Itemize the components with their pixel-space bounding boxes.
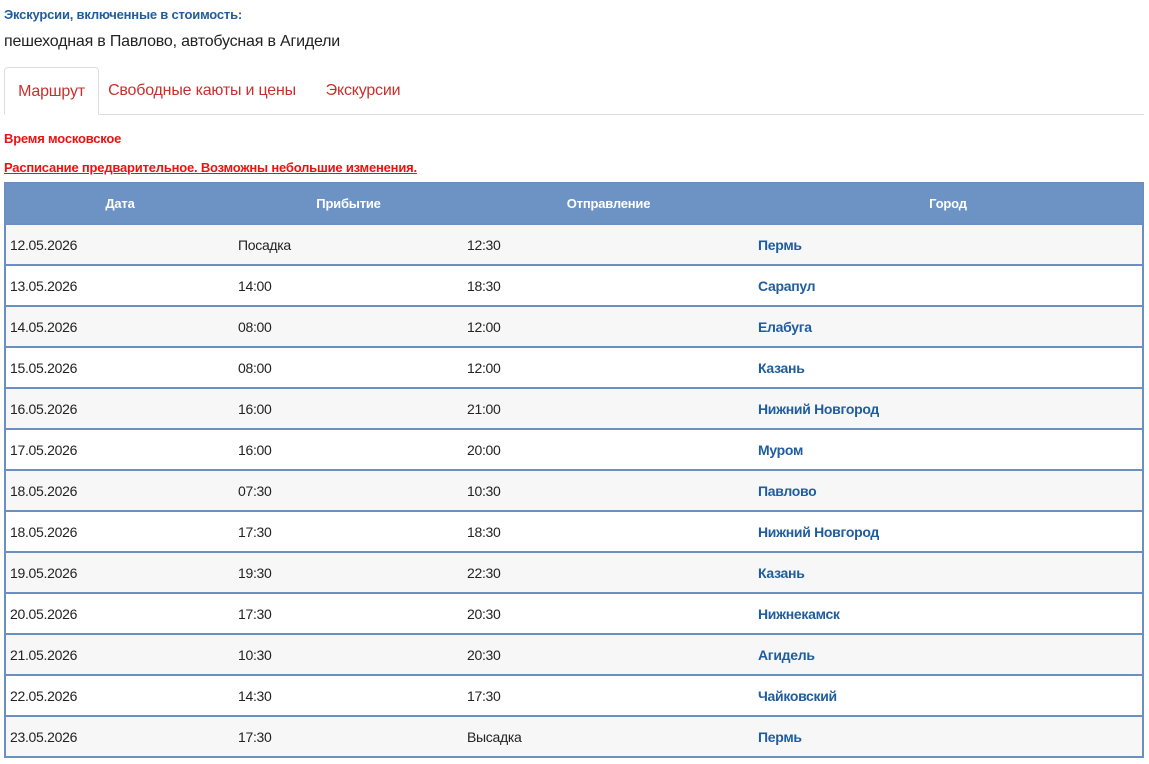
city-link[interactable]: Павлово	[758, 483, 817, 499]
cell-arrival: 16:00	[234, 428, 463, 470]
cell-arrival: 17:30	[234, 592, 463, 634]
table-row: 23.05.2026 17:30 Высадка Пермь	[5, 715, 1143, 757]
cell-date: 20.05.2026	[5, 592, 234, 634]
cell-departure: 20:30	[463, 592, 754, 634]
cell-departure: 18:30	[463, 510, 754, 552]
table-row: 12.05.2026 Посадка 12:30 Пермь	[5, 223, 1143, 265]
cell-arrival: 08:00	[234, 305, 463, 347]
table-row: 15.05.2026 08:00 12:00 Казань	[5, 346, 1143, 388]
city-link[interactable]: Пермь	[758, 237, 802, 253]
cell-arrival: 16:00	[234, 387, 463, 429]
moscow-time-notice: Время московское	[4, 131, 122, 146]
tab-excursions[interactable]: Экскурсии	[312, 67, 414, 114]
city-link[interactable]: Чайковский	[758, 688, 837, 704]
table-row: 20.05.2026 17:30 20:30 Нижнекамск	[5, 592, 1143, 634]
city-link[interactable]: Агидель	[758, 647, 815, 663]
cell-city: Нижнекамск	[754, 592, 1143, 634]
column-header-arrival: Прибытие	[234, 183, 463, 224]
table-row: 19.05.2026 19:30 22:30 Казань	[5, 551, 1143, 593]
included-excursions-text: пешеходная в Павлово, автобусная в Агиде…	[4, 33, 341, 50]
table-row: 14.05.2026 08:00 12:00 Елабуга	[5, 305, 1143, 347]
cell-arrival: 10:30	[234, 633, 463, 675]
schedule-notice: Расписание предварительное. Возможны неб…	[4, 160, 417, 175]
column-header-date: Дата	[5, 183, 234, 224]
table-row: 18.05.2026 17:30 18:30 Нижний Новгород	[5, 510, 1143, 552]
cell-city: Нижний Новгород	[754, 387, 1143, 429]
cell-date: 13.05.2026	[5, 264, 234, 306]
cell-departure: 21:00	[463, 387, 754, 429]
table-header-row: Дата Прибытие Отправление Город	[5, 183, 1143, 224]
table-row: 21.05.2026 10:30 20:30 Агидель	[5, 633, 1143, 675]
cell-departure: 20:30	[463, 633, 754, 675]
cell-arrival: 19:30	[234, 551, 463, 593]
cell-date: 18.05.2026	[5, 510, 234, 552]
cell-departure: 20:00	[463, 428, 754, 470]
cell-arrival: Посадка	[234, 223, 463, 265]
cell-city: Елабуга	[754, 305, 1143, 347]
cell-city: Казань	[754, 346, 1143, 388]
cell-city: Агидель	[754, 633, 1143, 675]
tab-bar: Маршрут Свободные каюты и цены Экскурсии	[4, 67, 1144, 115]
column-header-departure: Отправление	[463, 183, 754, 224]
cell-date: 21.05.2026	[5, 633, 234, 675]
cell-arrival: 07:30	[234, 469, 463, 511]
cell-city: Сарапул	[754, 264, 1143, 306]
column-header-city: Город	[754, 183, 1143, 224]
city-link[interactable]: Сарапул	[758, 278, 816, 294]
cell-date: 23.05.2026	[5, 715, 234, 757]
route-table-body: 12.05.2026 Посадка 12:30 Пермь 13.05.2026 14:…	[5, 223, 1143, 757]
cell-city: Пермь	[754, 715, 1143, 757]
cell-departure: 17:30	[463, 674, 754, 716]
tab-cabins-prices[interactable]: Свободные каюты и цены	[102, 67, 302, 114]
cell-arrival: 08:00	[234, 346, 463, 388]
city-link[interactable]: Казань	[758, 360, 805, 376]
cell-arrival: 17:30	[234, 510, 463, 552]
cell-date: 15.05.2026	[5, 346, 234, 388]
table-row: 18.05.2026 07:30 10:30 Павлово	[5, 469, 1143, 511]
cell-city: Чайковский	[754, 674, 1143, 716]
cell-arrival: 14:00	[234, 264, 463, 306]
cell-date: 22.05.2026	[5, 674, 234, 716]
cell-departure: 12:00	[463, 305, 754, 347]
city-link[interactable]: Казань	[758, 565, 805, 581]
cell-city: Казань	[754, 551, 1143, 593]
cell-city: Нижний Новгород	[754, 510, 1143, 552]
cell-departure: 10:30	[463, 469, 754, 511]
cell-departure: 12:00	[463, 346, 754, 388]
city-link[interactable]: Нижний Новгород	[758, 524, 879, 540]
city-link[interactable]: Нижнекамск	[758, 606, 840, 622]
route-table: Дата Прибытие Отправление Город 12.05.20…	[4, 182, 1144, 758]
cell-departure: Высадка	[463, 715, 754, 757]
table-row: 13.05.2026 14:00 18:30 Сарапул	[5, 264, 1143, 306]
cell-city: Павлово	[754, 469, 1143, 511]
city-link[interactable]: Нижний Новгород	[758, 401, 879, 417]
cell-date: 12.05.2026	[5, 223, 234, 265]
cell-departure: 18:30	[463, 264, 754, 306]
cell-date: 14.05.2026	[5, 305, 234, 347]
table-row: 17.05.2026 16:00 20:00 Муром	[5, 428, 1143, 470]
cell-city: Пермь	[754, 223, 1143, 265]
cell-arrival: 14:30	[234, 674, 463, 716]
city-link[interactable]: Елабуга	[758, 319, 812, 335]
cell-arrival: 17:30	[234, 715, 463, 757]
city-link[interactable]: Пермь	[758, 729, 802, 745]
cell-date: 19.05.2026	[5, 551, 234, 593]
included-excursions-heading: Экскурсии, включенные в стоимость:	[4, 7, 242, 22]
cell-city: Муром	[754, 428, 1143, 470]
tab-route[interactable]: Маршрут	[4, 67, 99, 115]
cell-date: 18.05.2026	[5, 469, 234, 511]
table-row: 22.05.2026 14:30 17:30 Чайковский	[5, 674, 1143, 716]
table-row: 16.05.2026 16:00 21:00 Нижний Новгород	[5, 387, 1143, 429]
cell-departure: 12:30	[463, 223, 754, 265]
cell-date: 17.05.2026	[5, 428, 234, 470]
cell-departure: 22:30	[463, 551, 754, 593]
city-link[interactable]: Муром	[758, 442, 803, 458]
cell-date: 16.05.2026	[5, 387, 234, 429]
